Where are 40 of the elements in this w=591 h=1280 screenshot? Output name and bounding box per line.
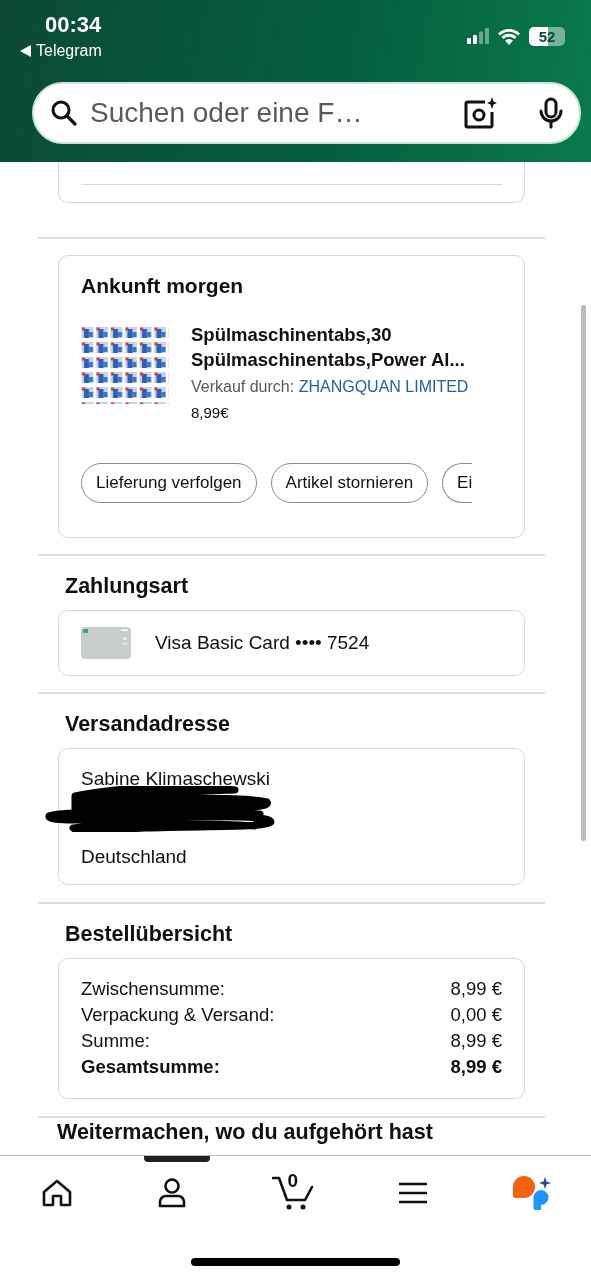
search-field[interactable]: Suchen oder eine F… xyxy=(90,97,451,129)
seller-line: Verkauf durch: ZHANGQUAN LIMITED xyxy=(191,378,470,396)
back-triangle-icon[interactable] xyxy=(20,45,31,57)
action-button[interactable]: Ei xyxy=(442,463,473,503)
payment-method: Visa Basic Card •••• 7524 xyxy=(155,632,370,654)
summary-value: 8,99 € xyxy=(450,1055,502,1079)
summary-value: 8,99 € xyxy=(450,1029,502,1053)
section-heading: Zahlungsart xyxy=(65,574,190,599)
menu-icon[interactable] xyxy=(399,1182,428,1204)
microphone-icon[interactable] xyxy=(539,97,563,129)
signal-icon xyxy=(467,28,489,44)
person-icon[interactable] xyxy=(157,1178,186,1208)
search-icon xyxy=(50,99,78,127)
home-icon[interactable] xyxy=(42,1179,72,1207)
camera-icon[interactable] xyxy=(463,97,497,129)
summary-label: Summe: xyxy=(81,1029,150,1053)
section-heading: Weitermachen, wo du aufgehört hast xyxy=(57,1120,434,1144)
card-icon xyxy=(81,627,131,659)
wifi-icon xyxy=(497,27,521,45)
summary-label: Zwischensumme: xyxy=(81,977,225,1001)
search-bar[interactable]: Suchen oder eine F… xyxy=(32,82,581,144)
summary-value: 0,00 € xyxy=(450,1003,502,1027)
back-to-app-link[interactable]: Telegram xyxy=(36,42,102,60)
scroll-handle[interactable] xyxy=(144,1156,210,1162)
status-time: 00:34 xyxy=(45,12,102,38)
summary-label: Verpackung & Versand: xyxy=(81,1003,275,1027)
summary-label: Gesamtsumme: xyxy=(81,1055,220,1079)
product-price: 8,99€ xyxy=(191,404,230,421)
action-button[interactable]: Artikel stornieren xyxy=(270,463,429,503)
action-button[interactable]: Lieferung verfolgen xyxy=(81,463,257,503)
assistant-icon[interactable] xyxy=(513,1176,553,1210)
product-title[interactable]: Spülmaschinentabs,30 Spülmaschinentabs,Power Al... xyxy=(191,322,509,372)
delivery-heading: Ankunft morgen xyxy=(81,274,245,298)
address-line: Deutschland xyxy=(81,845,188,869)
summary-value: 8,99 € xyxy=(450,977,502,1001)
section-heading: Versandadresse xyxy=(65,712,231,737)
section-heading: Bestellübersicht xyxy=(65,922,234,947)
seller-link[interactable]: ZHANGQUAN LIMITED xyxy=(298,378,469,395)
address-line: Sabine Klimaschewski xyxy=(81,767,272,791)
cart-button[interactable]: 0 xyxy=(271,1176,314,1210)
